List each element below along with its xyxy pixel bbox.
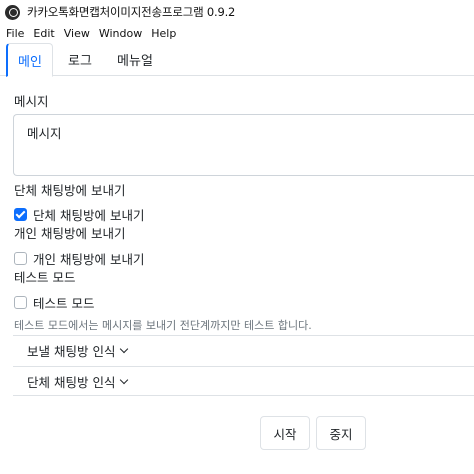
tab-bar: 메인 로그 메뉴얼 (0, 43, 474, 77)
personal-chat-option[interactable]: 개인 채팅방에 보내기 (14, 249, 144, 268)
stop-button[interactable]: 중지 (316, 416, 366, 450)
accordion-group-chat-label: 단체 채팅방 인식 (27, 374, 116, 390)
accordion-target-chat[interactable]: 보낼 채팅방 인식 (13, 335, 474, 365)
group-chat-checkbox-label: 단체 채팅방에 보내기 (33, 208, 145, 223)
menu-view[interactable]: View (64, 27, 90, 40)
menu-file[interactable]: File (6, 27, 24, 40)
title-bar: 카카오톡화면캡처이미지전송프로그램 0.9.2 (0, 0, 474, 24)
menu-window[interactable]: Window (99, 27, 142, 40)
group-chat-checkbox[interactable] (14, 208, 27, 221)
window-title: 카카오톡화면캡처이미지전송프로그램 0.9.2 (27, 5, 236, 19)
message-label: 메시지 (14, 94, 49, 109)
personal-chat-checkbox-label: 개인 채팅방에 보내기 (33, 252, 145, 267)
personal-chat-label: 개인 채팅방에 보내기 (14, 226, 126, 241)
app-logo-icon (5, 4, 20, 20)
test-mode-checkbox[interactable] (14, 296, 27, 309)
group-chat-label: 단체 채팅방에 보내기 (14, 183, 126, 198)
chevron-down-icon (120, 344, 129, 354)
test-mode-checkbox-label: 테스트 모드 (33, 296, 95, 311)
test-mode-label: 테스트 모드 (14, 270, 76, 285)
start-button[interactable]: 시작 (260, 416, 310, 450)
tab-main[interactable]: 메인 (6, 43, 53, 77)
accordion-target-chat-label: 보낼 채팅방 인식 (27, 344, 116, 359)
message-textarea[interactable]: 메시지 (13, 114, 474, 176)
personal-chat-checkbox[interactable] (14, 252, 27, 265)
tab-log[interactable]: 로그 (60, 43, 100, 76)
menu-help[interactable]: Help (151, 27, 176, 40)
menu-edit[interactable]: Edit (33, 27, 54, 40)
test-mode-option[interactable]: 테스트 모드 (14, 293, 94, 312)
tab-manual[interactable]: 메뉴얼 (108, 43, 162, 76)
group-chat-option[interactable]: 단체 채팅방에 보내기 (14, 205, 144, 224)
menu-bar: File Edit View Window Help (0, 24, 474, 43)
chevron-down-icon (120, 375, 129, 384)
accordion-group-chat[interactable]: 단체 채팅방 인식 (13, 366, 474, 396)
test-mode-hint: 테스트 모드에서는 메시지를 보내기 전단계까지만 테스트 합니다. (14, 319, 312, 332)
